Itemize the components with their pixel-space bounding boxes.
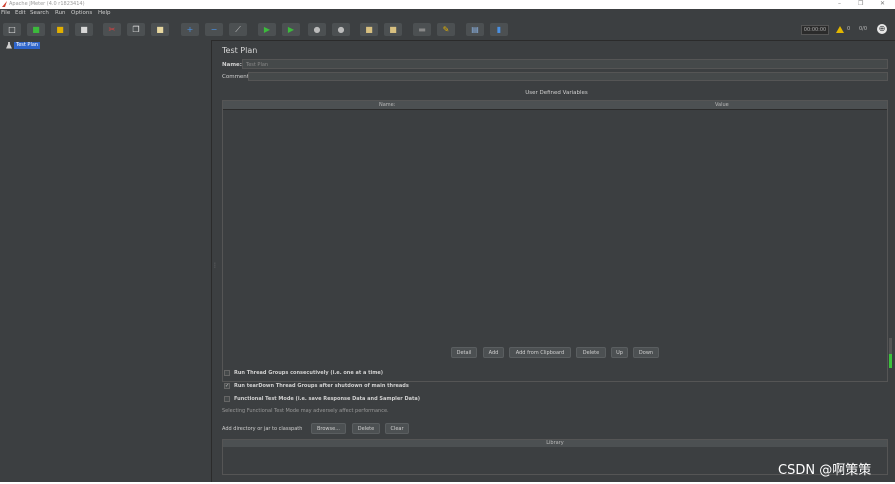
clear-all-icon: ■: [389, 24, 397, 34]
expand-button[interactable]: +: [181, 23, 199, 36]
start-icon: ▶: [263, 24, 271, 34]
menu-help[interactable]: Help: [98, 10, 111, 16]
menu-run[interactable]: Run: [55, 10, 66, 16]
teardown-label: Run tearDown Thread Groups after shutdow…: [234, 383, 409, 389]
paste-icon: ■: [156, 24, 164, 34]
down-button[interactable]: Down: [633, 347, 659, 358]
search-icon: ▬: [418, 24, 426, 34]
new-icon: □: [8, 24, 16, 34]
column-header-name[interactable]: Name:: [379, 102, 395, 108]
new-button[interactable]: □: [3, 23, 21, 36]
user-defined-variables-table[interactable]: Name: Value: [222, 100, 888, 382]
menu-edit[interactable]: Edit: [15, 10, 26, 16]
stop-icon: ●: [313, 24, 321, 34]
warning-count: 0: [847, 26, 851, 32]
paste-button[interactable]: ■: [151, 23, 169, 36]
open-button[interactable]: ■: [51, 23, 69, 36]
clear-icon: ■: [365, 24, 373, 34]
tree-node-label: Test Plan: [14, 41, 41, 49]
remote-start-icon[interactable]: ⊕: [877, 24, 887, 34]
tree-node-test-plan[interactable]: Test Plan: [6, 41, 41, 49]
shutdown-button[interactable]: ●: [332, 23, 350, 36]
cut-icon: ✂: [108, 24, 116, 34]
test-plan-panel: Test Plan Name: Test Plan Comments: User…: [218, 40, 895, 484]
comments-input[interactable]: [248, 72, 888, 81]
copy-icon: ❐: [132, 24, 140, 34]
udv-section-title: User Defined Variables: [525, 90, 588, 96]
help-icon: ▮: [496, 24, 502, 34]
add-button[interactable]: Add: [483, 347, 504, 358]
add-from-clipboard-button[interactable]: Add from Clipboard: [509, 347, 571, 358]
menu-file[interactable]: File: [1, 10, 10, 16]
reset-search-icon: ✎: [442, 24, 450, 34]
functional-mode-checkbox[interactable]: [224, 396, 230, 402]
expand-icon: +: [186, 24, 194, 34]
minimize-button[interactable]: –: [838, 0, 841, 7]
table-header: Name: Value: [223, 101, 887, 110]
name-input[interactable]: Test Plan: [242, 59, 888, 69]
search-button[interactable]: ▬: [413, 23, 431, 36]
error-count: 0/0: [859, 26, 868, 32]
toggle-icon: ⟋: [235, 24, 241, 34]
browse-button[interactable]: Browse...: [311, 423, 346, 434]
clear-all-button[interactable]: ■: [384, 23, 402, 36]
name-label: Name:: [222, 62, 242, 68]
menu-search[interactable]: Search: [30, 10, 49, 16]
save-button[interactable]: ■: [75, 23, 93, 36]
templates-icon: ■: [32, 24, 40, 34]
functional-mode-note: Selecting Functional Test Mode may adver…: [222, 408, 389, 414]
close-button[interactable]: ✕: [880, 0, 885, 7]
stop-button[interactable]: ●: [308, 23, 326, 36]
warning-icon[interactable]: [836, 26, 844, 33]
delete-button[interactable]: Delete: [576, 347, 606, 358]
function-helper-icon: ▤: [471, 24, 479, 34]
function-helper-button[interactable]: ▤: [466, 23, 484, 36]
consecutive-checkbox[interactable]: [224, 370, 230, 376]
teardown-checkbox[interactable]: ✓: [224, 383, 230, 389]
start-no-pauses-icon: ▶: [287, 24, 295, 34]
help-button[interactable]: ▮: [490, 23, 508, 36]
window-title: Apache JMeter (4.0 r1823414): [9, 1, 85, 7]
page-title: Test Plan: [222, 46, 258, 55]
column-header-value[interactable]: Value: [715, 102, 729, 108]
functional-mode-label: Functional Test Mode (i.e. save Response…: [234, 396, 421, 402]
cut-button[interactable]: ✂: [103, 23, 121, 36]
start-no-pauses-button[interactable]: ▶: [282, 23, 300, 36]
open-icon: ■: [56, 24, 64, 34]
start-button[interactable]: ▶: [258, 23, 276, 36]
shutdown-icon: ●: [337, 24, 345, 34]
watermark: CSDN @啊策策: [778, 463, 872, 478]
flask-icon: [6, 41, 12, 49]
classpath-label: Add directory or jar to classpath: [222, 426, 303, 432]
reset-search-button[interactable]: ✎: [437, 23, 455, 36]
jmeter-feather-icon: [2, 1, 7, 7]
consecutive-label: Run Thread Groups consecutively (i.e. on…: [234, 370, 384, 376]
classpath-delete-button[interactable]: Delete: [352, 423, 380, 434]
split-pane-divider[interactable]: ⋮: [212, 262, 218, 270]
test-plan-tree: Test Plan: [0, 40, 212, 482]
collapse-button[interactable]: −: [205, 23, 223, 36]
memory-indicator: [889, 338, 892, 368]
clear-button[interactable]: ■: [360, 23, 378, 36]
maximize-button[interactable]: ❐: [858, 0, 863, 7]
title-bar: Apache JMeter (4.0 r1823414) – ❐ ✕: [0, 0, 895, 9]
detail-button[interactable]: Detail: [451, 347, 477, 358]
toolbar: □ ■ ■ ■ ✂ ❐ ■ + − ⟋ ▶ ▶ ● ● ■ ■ ▬ ✎ ▤ ▮ 00:00:00 0 0/0 ⊕: [0, 18, 895, 41]
menu-options[interactable]: Options: [71, 10, 92, 16]
elapsed-timer: 00:00:00: [801, 25, 829, 35]
copy-button[interactable]: ❐: [127, 23, 145, 36]
templates-button[interactable]: ■: [27, 23, 45, 36]
clear-button[interactable]: Clear: [385, 423, 409, 434]
menu-bar: File Edit Search Run Options Help: [0, 9, 895, 18]
toggle-button[interactable]: ⟋: [229, 23, 247, 36]
library-column-header: Library: [223, 440, 887, 447]
collapse-icon: −: [210, 24, 218, 34]
up-button[interactable]: Up: [611, 347, 628, 358]
save-icon: ■: [80, 24, 88, 34]
